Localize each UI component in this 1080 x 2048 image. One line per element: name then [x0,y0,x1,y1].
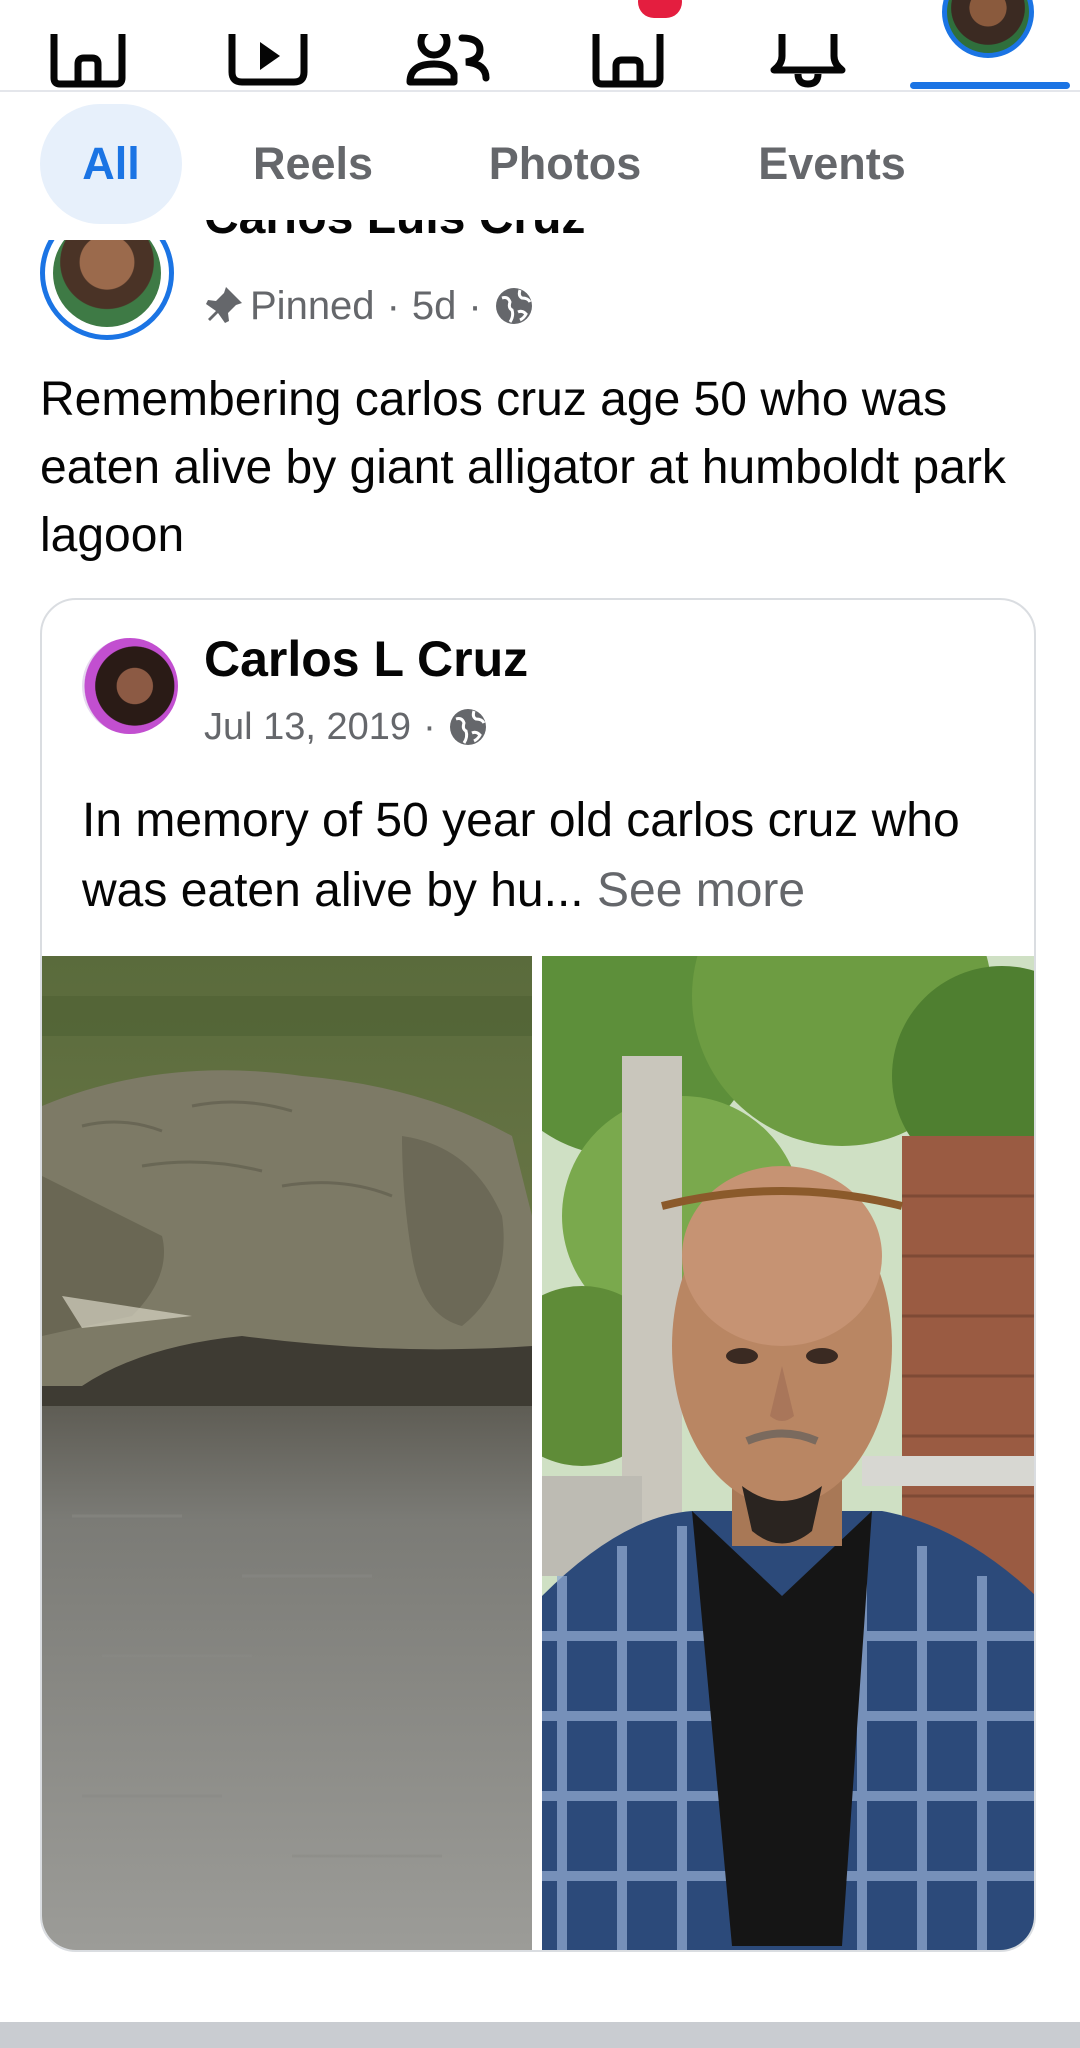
filter-tabs: All Reels Photos Events [0,104,1080,224]
post-author-avatar[interactable] [40,240,174,340]
shared-post-meta: Jul 13, 2019 · [204,700,488,754]
active-tab-indicator [910,82,1070,89]
globe-icon [449,709,486,745]
profile-avatar [942,0,1034,58]
video-icon [228,34,308,86]
tab-reels[interactable]: Reels [238,104,388,224]
shared-author-avatar[interactable] [82,638,178,734]
tab-photos[interactable]: Photos [472,104,658,224]
notifications-tab[interactable] [738,0,878,88]
tab-events[interactable]: Events [748,104,916,224]
alligator-photo[interactable] [42,956,532,1950]
home-tab[interactable] [18,0,158,88]
friends-icon [406,34,490,86]
notification-badge [638,0,682,18]
globe-icon [495,288,532,324]
see-more-link[interactable]: See more [597,864,805,917]
shared-post-card[interactable]: Carlos L Cruz Jul 13, 2019 · In memory o… [40,598,1036,1952]
next-post-divider [0,2022,1080,2048]
top-navigation-bar [0,0,1080,92]
pinned-label: Pinned [250,283,375,328]
post-author-name[interactable]: Carlos Luis Cruz [204,220,604,248]
pin-icon [206,287,242,323]
post-meta: Pinned · 5d · [204,278,534,334]
tab-all[interactable]: All [40,104,182,224]
shared-post-date[interactable]: Jul 13, 2019 [204,706,411,749]
shared-post-text: In memory of 50 year old carlos cruz who… [82,794,960,917]
shared-author-name[interactable]: Carlos L Cruz [204,630,528,688]
marketplace-tab[interactable] [558,0,698,88]
video-tab[interactable] [198,0,338,88]
post-age[interactable]: 5d [412,284,457,329]
home-icon [50,34,126,88]
marketplace-icon [592,34,664,88]
bell-icon [770,34,846,88]
post-text: Remembering carlos cruz age 50 who was e… [40,373,1006,562]
man-selfie-photo[interactable] [542,956,1034,1950]
friends-tab[interactable] [378,0,518,88]
profile-tab[interactable] [918,0,1058,88]
